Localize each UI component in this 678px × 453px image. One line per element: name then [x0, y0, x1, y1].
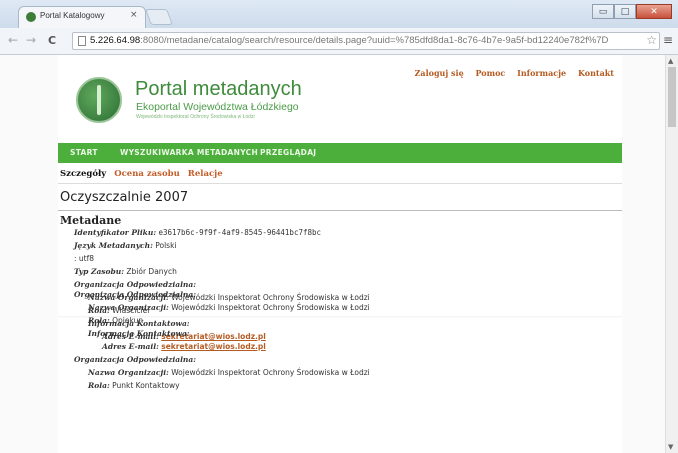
field-email: Adres E-mail: sekretariat@wios.lodz.pl: [102, 342, 266, 351]
field-value: Wojewódzki Inspektorat Ochrony Środowisk…: [171, 293, 370, 302]
url-path: :8080/metadane/catalog/search/resource/d…: [140, 35, 609, 46]
portal-logo[interactable]: [76, 77, 122, 123]
scroll-thumb[interactable]: [668, 67, 676, 127]
forward-icon[interactable]: →: [26, 33, 36, 47]
address-bar[interactable]: 5.226.64.98:8080/metadane/catalog/search…: [72, 32, 660, 50]
field-label: Nazwa Organizacji:: [88, 368, 169, 377]
field-contact-heading: Informacja Kontaktowa:: [88, 329, 190, 338]
field-label: Nazwa Organizacji:: [88, 303, 169, 312]
favicon-icon: [26, 12, 36, 22]
field-org-name: Nazwa Organizacji: Wojewódzki Inspektora…: [88, 368, 370, 377]
field-value: Punkt Kontaktowy: [112, 381, 180, 390]
field-charset: : utf8: [74, 254, 94, 263]
new-tab-button[interactable]: [145, 9, 173, 25]
field-label: Organizacja Odpowiedzialna:: [74, 280, 197, 289]
nav-browse[interactable]: PRZEGLĄDAJ: [260, 148, 316, 157]
divider: [58, 183, 622, 184]
portal-title: Portal metadanych: [135, 78, 302, 100]
field-role: Rola: Opiekun: [88, 316, 143, 325]
field-value: Wojewódzki Inspektorat Ochrony Środowisk…: [171, 368, 370, 377]
page-title: Oczyszczalnie 2007: [60, 190, 189, 205]
detail-tabs: Szczegóły Ocena zasobu Relacje: [60, 169, 223, 179]
field-org-heading: Organizacja Odpowiedzialna:: [74, 280, 196, 289]
tab-details[interactable]: Szczegóły: [60, 169, 106, 179]
nav-start[interactable]: START: [70, 148, 98, 157]
browser-tab[interactable]: Portal Katalogowy ×: [18, 6, 146, 28]
vertical-scrollbar[interactable]: ▲ ▼: [665, 55, 678, 453]
url-host: 5.226.64.98: [90, 35, 141, 46]
page-margin-right: [622, 55, 666, 453]
scroll-down-icon[interactable]: ▼: [668, 443, 673, 451]
field-role: Rola: Punkt Kontaktowy: [88, 381, 180, 390]
divider: [58, 210, 622, 211]
page-margin-left: [0, 55, 58, 453]
field-value: Opiekun: [112, 316, 144, 325]
field-org-heading: Organizacja Odpowiedzialna:: [74, 355, 196, 364]
close-window-button[interactable]: ✕: [636, 4, 672, 19]
field-label: Adres E-mail:: [102, 342, 159, 351]
tab-relations[interactable]: Relacje: [188, 169, 223, 179]
top-links: Zaloguj się Pomoc Informacje Kontakt: [406, 68, 614, 78]
portal-subtitle-small: Wojewódzki Inspektorat Ochrony Środowisk…: [136, 114, 255, 120]
email-link[interactable]: sekretariat@wios.lodz.pl: [161, 342, 266, 351]
help-link[interactable]: Pomoc: [475, 68, 505, 78]
field-org-name: Nazwa Organizacji: Wojewódzki Inspektora…: [88, 303, 370, 312]
tab-assessment[interactable]: Ocena zasobu: [114, 169, 180, 179]
field-value: : utf8: [74, 254, 95, 263]
field-label: Organizacja Odpowiedzialna:: [74, 355, 197, 364]
field-value: Polski: [155, 241, 177, 250]
field-label: Rola:: [88, 381, 110, 390]
field-resource-type: Typ Zasobu: Zbiór Danych: [74, 267, 177, 276]
field-label: Rola:: [88, 316, 110, 325]
page-icon: [78, 36, 86, 46]
browser-menu-icon[interactable]: ≡: [663, 33, 673, 47]
login-link[interactable]: Zaloguj się: [415, 68, 464, 78]
minimize-button[interactable]: ▭: [592, 4, 614, 19]
section-heading: Metadane: [60, 214, 122, 227]
window-controls: ▭ □ ✕: [592, 4, 672, 20]
field-value: e3617b6c-9f9f-4af9-8545-96441bc7f8bc: [158, 228, 322, 237]
field-label: Język Metadanych:: [74, 241, 153, 250]
field-value: Wojewódzki Inspektorat Ochrony Środowisk…: [171, 303, 370, 312]
back-icon[interactable]: ←: [8, 33, 18, 47]
field-label: Identyfikator Pliku:: [74, 228, 157, 237]
reload-icon[interactable]: C: [48, 34, 56, 47]
bookmark-star-icon[interactable]: ☆: [646, 33, 657, 47]
field-language: Język Metadanych: Polski: [74, 241, 177, 250]
tab-close-icon[interactable]: ×: [130, 10, 138, 20]
field-org-heading: Organizacja Odpowiedzialna:: [74, 290, 196, 299]
main-nav: START WYSZUKIWARKA METADANYCH PRZEGLĄDAJ: [58, 143, 622, 163]
field-value: Zbiór Danych: [126, 267, 177, 276]
browser-toolbar: ← → C 5.226.64.98:8080/metadane/catalog/…: [0, 28, 678, 55]
contact-link[interactable]: Kontakt: [578, 68, 614, 78]
maximize-button[interactable]: □: [614, 4, 636, 19]
window-titlebar: Portal Katalogowy × ▭ □ ✕: [0, 0, 678, 29]
tab-title: Portal Katalogowy: [40, 11, 105, 20]
field-file-id: Identyfikator Pliku: e3617b6c-9f9f-4af9-…: [74, 228, 321, 237]
scroll-up-icon[interactable]: ▲: [668, 57, 673, 65]
field-label: Informacja Kontaktowa:: [88, 329, 190, 338]
url-text: 5.226.64.98:8080/metadane/catalog/search…: [90, 35, 608, 46]
info-link[interactable]: Informacje: [517, 68, 566, 78]
field-label: Typ Zasobu:: [74, 267, 124, 276]
nav-search[interactable]: WYSZUKIWARKA METADANYCH: [120, 148, 258, 157]
field-label: Organizacja Odpowiedzialna:: [74, 290, 197, 299]
page-content: Zaloguj się Pomoc Informacje Kontakt Por…: [58, 55, 622, 453]
portal-subtitle: Ekoportal Województwa Łódzkiego: [136, 101, 299, 113]
